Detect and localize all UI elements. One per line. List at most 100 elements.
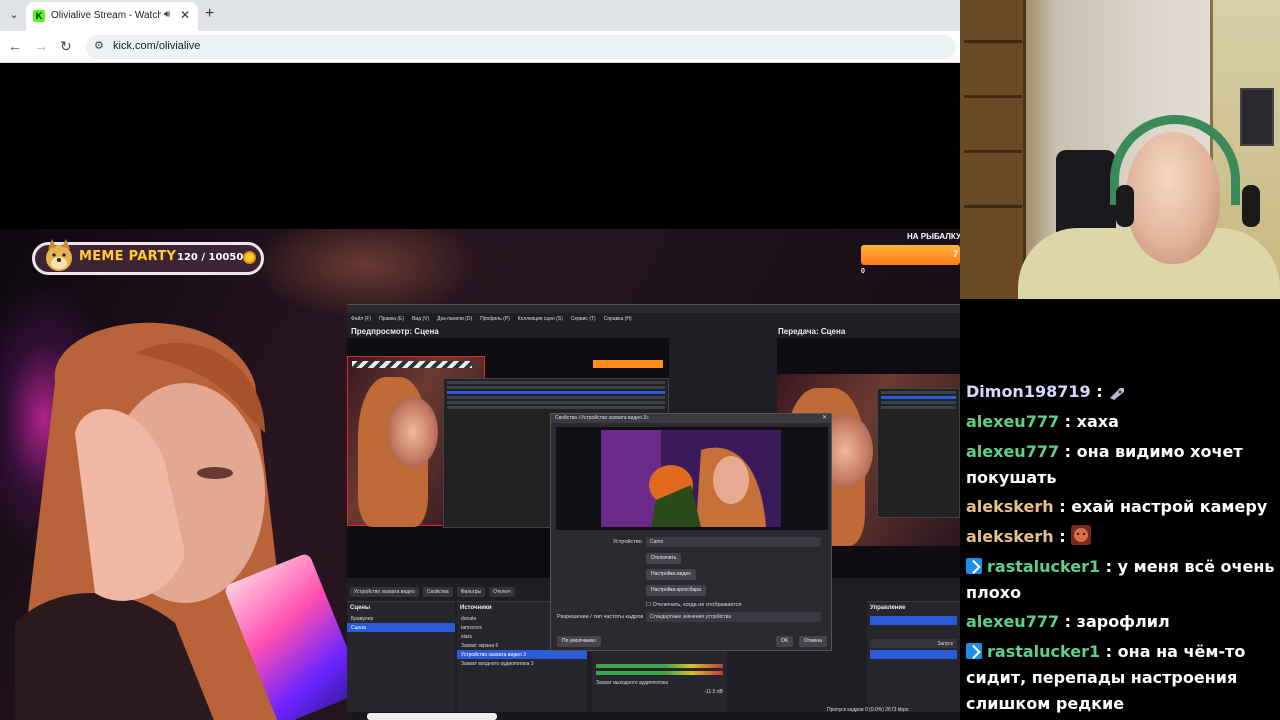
- scenes-dock: Сцены Бравулер Сцена: [347, 601, 455, 720]
- scene-item[interactable]: Бравулер: [347, 614, 455, 623]
- chat-message: alexeu777 : она видимо хочет покушать: [966, 442, 1243, 487]
- chat-message: alekskerh : ехай настрой камеру: [966, 497, 1268, 516]
- controls-header: Управление: [870, 605, 906, 611]
- meme-party-count: 120 / 100500: [177, 252, 251, 263]
- chat-username[interactable]: Dimon198719: [966, 382, 1091, 401]
- chat-text: хаха: [1076, 412, 1119, 431]
- taskbar: [347, 712, 960, 720]
- chat-username[interactable]: rastalucker1: [987, 557, 1100, 576]
- chat-username[interactable]: alekskerh: [966, 527, 1054, 546]
- chat-text: ехай настрой камеру: [1071, 497, 1268, 516]
- chat-message: rastalucker1 : у меня всё очень плохо: [966, 557, 1275, 602]
- mixer-db: -11.5 dB: [704, 689, 723, 695]
- scenes-header: Сцены: [350, 605, 371, 611]
- audio-meter: [596, 671, 723, 675]
- browser-tab-strip: ⌄ K Olivialive Stream - Watch Li 🔊︎ ✕ +: [0, 0, 960, 31]
- mini-face: [388, 397, 438, 467]
- video-settings-button[interactable]: Настройка видео: [646, 569, 696, 580]
- control-button[interactable]: [870, 650, 957, 659]
- chat-panel: Dimon198719 : alexeu777 : хаха alexeu777 …: [960, 299, 1280, 720]
- chat-username[interactable]: alekskerh: [966, 497, 1054, 516]
- device-select[interactable]: Camo: [646, 537, 821, 547]
- audio-meter: [596, 664, 723, 668]
- dialog-title: Свойства «Устройство захвата видео 3»: [555, 415, 649, 421]
- chat-username[interactable]: alexeu777: [966, 612, 1059, 631]
- chat-message: Dimon198719 :: [966, 379, 1276, 408]
- deactivate-button[interactable]: Отключить: [646, 553, 682, 564]
- webcam-feed: [960, 0, 1280, 299]
- chat-username[interactable]: alexeu777: [966, 412, 1059, 431]
- source-item[interactable]: Захват входного аудиопотока 3: [457, 659, 587, 668]
- controls-dock: Управление Запуск: [867, 601, 960, 720]
- tab-search-chevron-icon[interactable]: ⌄: [6, 7, 22, 23]
- chat-text: зарофлил: [1076, 612, 1170, 631]
- obs-menu-item[interactable]: Сервис (T): [571, 316, 596, 322]
- source-toolbar-button[interactable]: Фильтры: [456, 587, 486, 597]
- fishing-zero: 0: [861, 268, 865, 275]
- speaker-icon[interactable]: 🔊︎: [164, 9, 170, 20]
- meme-party-label: MEME PARTY: [79, 249, 177, 264]
- start-button[interactable]: Запуск: [870, 639, 957, 648]
- properties-dialog: Свойства «Устройство захвата видео 3» ✕ У…: [550, 413, 832, 651]
- taskbar-search[interactable]: [367, 713, 497, 720]
- fishing-value: 7: [952, 249, 958, 259]
- close-icon[interactable]: ✕: [822, 414, 827, 423]
- source-toolbar-button[interactable]: Свойства: [422, 587, 453, 597]
- tab-title: Olivialive Stream - Watch Li: [51, 10, 161, 21]
- forward-icon[interactable]: →: [34, 38, 48, 54]
- new-tab-icon[interactable]: +: [205, 5, 214, 23]
- back-icon[interactable]: ←: [8, 38, 22, 54]
- subscriber-badge-icon: [966, 558, 982, 574]
- close-tab-icon[interactable]: ✕: [180, 8, 190, 22]
- source-toolbar-button[interactable]: Устройство захвата видео: [350, 587, 419, 597]
- dialog-preview: [556, 427, 828, 530]
- face-emote-icon: [1071, 525, 1092, 553]
- obs-menu-item[interactable]: Коллекция сцен (S): [518, 316, 563, 322]
- dialog-titlebar: Свойства «Устройство захвата видео 3» ✕: [551, 414, 831, 423]
- obs-titlebar: [347, 305, 960, 313]
- resolution-select[interactable]: Стандартные значения устройства: [646, 612, 821, 622]
- obs-menu-item[interactable]: Правка (E): [379, 316, 404, 322]
- browser-tab[interactable]: K Olivialive Stream - Watch Li 🔊︎ ✕: [26, 2, 198, 31]
- program-header: Передача: Сцена: [778, 327, 846, 336]
- preview-header: Предпросмотр: Сцена: [351, 327, 439, 336]
- doge-icon: [46, 239, 72, 271]
- resolution-label: Разрешение / тип частоты кадров: [557, 614, 644, 620]
- control-button[interactable]: [870, 616, 957, 625]
- program-nested-obs: [877, 388, 960, 518]
- meme-party-widget: MEME PARTY 120 / 100500: [32, 239, 264, 275]
- site-info-icon[interactable]: ⚙: [94, 39, 104, 52]
- device-label: Устройство: [613, 539, 642, 545]
- obs-menu-item[interactable]: Справка (H): [604, 316, 632, 322]
- rocket-emote-icon: [1108, 382, 1126, 408]
- chat-username[interactable]: rastalucker1: [987, 642, 1100, 661]
- chat-username[interactable]: alexeu777: [966, 442, 1059, 461]
- obs-menu-item[interactable]: Док-панели (D): [437, 316, 472, 322]
- crossbar-settings-button[interactable]: Настройка кроссбара: [646, 585, 706, 596]
- scene-item-selected[interactable]: Сцена: [347, 623, 455, 632]
- address-bar[interactable]: ⚙ kick.com/olivialive: [86, 35, 956, 59]
- mini-stripe-banner: [352, 361, 472, 368]
- fishing-progress-bar: 7: [861, 245, 960, 265]
- stream-video[interactable]: MEME PARTY 120 / 100500 НА РЫБАЛКУ 7 0 Ф…: [0, 229, 960, 720]
- source-item-selected[interactable]: Устройство захвата видео 3: [457, 650, 587, 659]
- obs-menu-item[interactable]: Профиль (P): [480, 316, 510, 322]
- preview-fishing-bar: [593, 360, 663, 368]
- obs-menu-item[interactable]: Файл (F): [351, 316, 371, 322]
- ok-button[interactable]: OK: [776, 636, 794, 647]
- camera-preview-image: [601, 430, 781, 527]
- fishing-goal-widget: НА РЫБАЛКУ 7 0: [858, 231, 960, 275]
- mixer-label: Захват выходного аудиопотока: [596, 680, 668, 686]
- defaults-button[interactable]: По умолчанию: [557, 636, 601, 647]
- obs-menu-item[interactable]: Вид (V): [412, 316, 429, 322]
- subscriber-badge-icon: [966, 643, 982, 659]
- reload-icon[interactable]: ↻: [60, 38, 72, 55]
- kick-favicon-icon: K: [33, 10, 45, 22]
- deactivate-checkbox[interactable]: ☐ Отключать, когда не отображается: [646, 602, 741, 608]
- browser-toolbar: ← → ↻ ⚙ kick.com/olivialive: [0, 31, 960, 63]
- url-text: kick.com/olivialive: [113, 40, 201, 52]
- chat-message: alekskerh :: [966, 524, 1276, 553]
- source-toolbar-button[interactable]: Отключ: [489, 587, 515, 597]
- cancel-button[interactable]: Отмена: [799, 636, 827, 647]
- bookshelf: [960, 0, 1026, 299]
